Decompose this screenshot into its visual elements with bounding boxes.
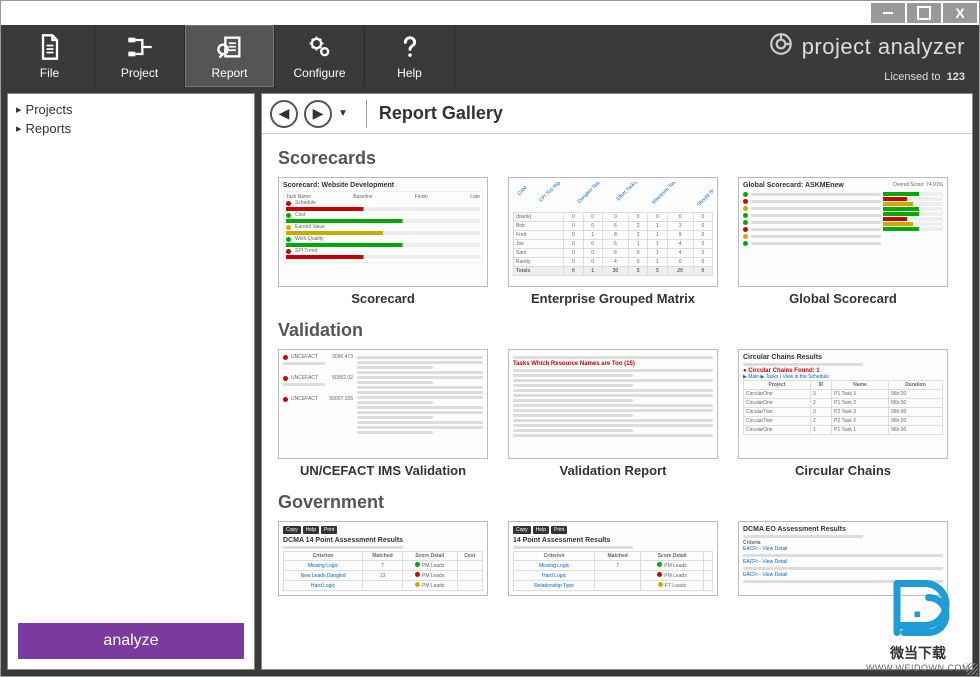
divider — [366, 100, 367, 128]
thumb-circular-chains: Circular Chains Results ● Circular Chain… — [738, 349, 948, 459]
ribbon-file[interactable]: File — [5, 25, 95, 87]
thumb-enterprise-matrix: CAMCPI Too HighDangled TasksEffort Tasks… — [508, 177, 718, 287]
thumb-14point: CopyHelpPrint 14 Point Assessment Result… — [508, 521, 718, 596]
history-dropdown[interactable]: ▼ — [338, 108, 348, 119]
ribbon-configure[interactable]: Configure — [275, 25, 365, 87]
help-icon — [396, 33, 424, 64]
close-button[interactable]: X — [943, 3, 977, 23]
main-header: ◀ ▶ ▼ Report Gallery — [262, 94, 972, 134]
ribbon-project[interactable]: Project — [95, 25, 185, 87]
thumb-uncefact: UNCEFACT2090.473 UNCEFACT50002.02 UNCEFA… — [278, 349, 488, 459]
thumb-validation-report: Tasks Which Resource Names are Too (15) — [508, 349, 718, 459]
ribbon-label: File — [40, 66, 59, 80]
ribbon-label: Report — [211, 66, 247, 80]
tree-item-projects[interactable]: Projects — [16, 100, 246, 119]
report-gallery[interactable]: Scorecards Scorecard: Website Developmen… — [262, 134, 972, 669]
triangle-left-icon: ◀ — [279, 105, 290, 122]
card-uncefact[interactable]: UNCEFACT2090.473 UNCEFACT50002.02 UNCEFA… — [278, 349, 488, 478]
maximize-button[interactable] — [907, 3, 941, 23]
tree-panel: Projects Reports — [8, 94, 254, 613]
ribbon-report[interactable]: Report — [185, 25, 275, 87]
tree-item-reports[interactable]: Reports — [16, 119, 246, 138]
brand-logo-icon — [768, 31, 794, 62]
ribbon-label: Configure — [293, 66, 345, 80]
minimize-button[interactable] — [871, 3, 905, 23]
nav-forward-button[interactable]: ▶ — [304, 100, 332, 128]
card-dcma14[interactable]: CopyHelpPrint DCMA 14 Point Assessment R… — [278, 521, 488, 596]
card-circular-chains[interactable]: Circular Chains Results ● Circular Chain… — [738, 349, 948, 478]
card-label: UN/CEFACT IMS Validation — [300, 463, 466, 478]
card-label: Global Scorecard — [789, 291, 897, 306]
ribbon-help[interactable]: Help — [365, 25, 455, 87]
card-14point[interactable]: CopyHelpPrint 14 Point Assessment Result… — [508, 521, 718, 596]
titlebar: X — [1, 1, 979, 25]
card-validation-report[interactable]: Tasks Which Resource Names are Too (15) … — [508, 349, 718, 478]
card-dcma-eo[interactable]: DCMA EO Assessment Results Criteria EACF… — [738, 521, 948, 596]
row-validation: UNCEFACT2090.473 UNCEFACT50002.02 UNCEFA… — [278, 349, 956, 478]
nav-back-button[interactable]: ◀ — [270, 100, 298, 128]
card-label: Validation Report — [560, 463, 667, 478]
app-brand: project analyzer — [768, 31, 965, 62]
sidebar: Projects Reports analyze — [7, 93, 255, 670]
gear-icon — [306, 33, 334, 64]
license-text: Licensed to 123 — [884, 71, 965, 83]
card-label: Circular Chains — [795, 463, 891, 478]
section-title-validation: Validation — [278, 320, 956, 341]
ribbon-label: Project — [121, 66, 158, 80]
ribbon-label: Help — [397, 66, 422, 80]
analyze-button[interactable]: analyze — [18, 623, 244, 659]
triangle-right-icon: ▶ — [313, 105, 324, 122]
report-icon — [216, 33, 244, 64]
resize-grip[interactable] — [966, 663, 978, 675]
card-enterprise-matrix[interactable]: CAMCPI Too HighDangled TasksEffort Tasks… — [508, 177, 718, 306]
file-icon — [36, 33, 64, 64]
thumb-dcma-eo: DCMA EO Assessment Results Criteria EACF… — [738, 521, 948, 596]
section-title-scorecards: Scorecards — [278, 148, 956, 169]
main-panel: ◀ ▶ ▼ Report Gallery Scorecards Scorecar… — [261, 93, 973, 670]
card-label: Scorecard — [351, 291, 415, 306]
card-global-scorecard[interactable]: Global Scorecard: ASKMEnew Overall Score… — [738, 177, 948, 306]
section-title-government: Government — [278, 492, 956, 513]
thumb-scorecard: Scorecard: Website Development Task Name… — [278, 177, 488, 287]
ribbon-toolbar: File Project Report Configure Help — [1, 25, 979, 87]
thumb-global-scorecard: Global Scorecard: ASKMEnew Overall Score… — [738, 177, 948, 287]
row-scorecards: Scorecard: Website Development Task Name… — [278, 177, 956, 306]
card-label: Enterprise Grouped Matrix — [531, 291, 695, 306]
thumb-dcma14: CopyHelpPrint DCMA 14 Point Assessment R… — [278, 521, 488, 596]
brand-text: project analyzer — [802, 34, 965, 60]
card-scorecard[interactable]: Scorecard: Website Development Task Name… — [278, 177, 488, 306]
row-government: CopyHelpPrint DCMA 14 Point Assessment R… — [278, 521, 956, 596]
project-icon — [126, 33, 154, 64]
page-title: Report Gallery — [379, 103, 503, 124]
